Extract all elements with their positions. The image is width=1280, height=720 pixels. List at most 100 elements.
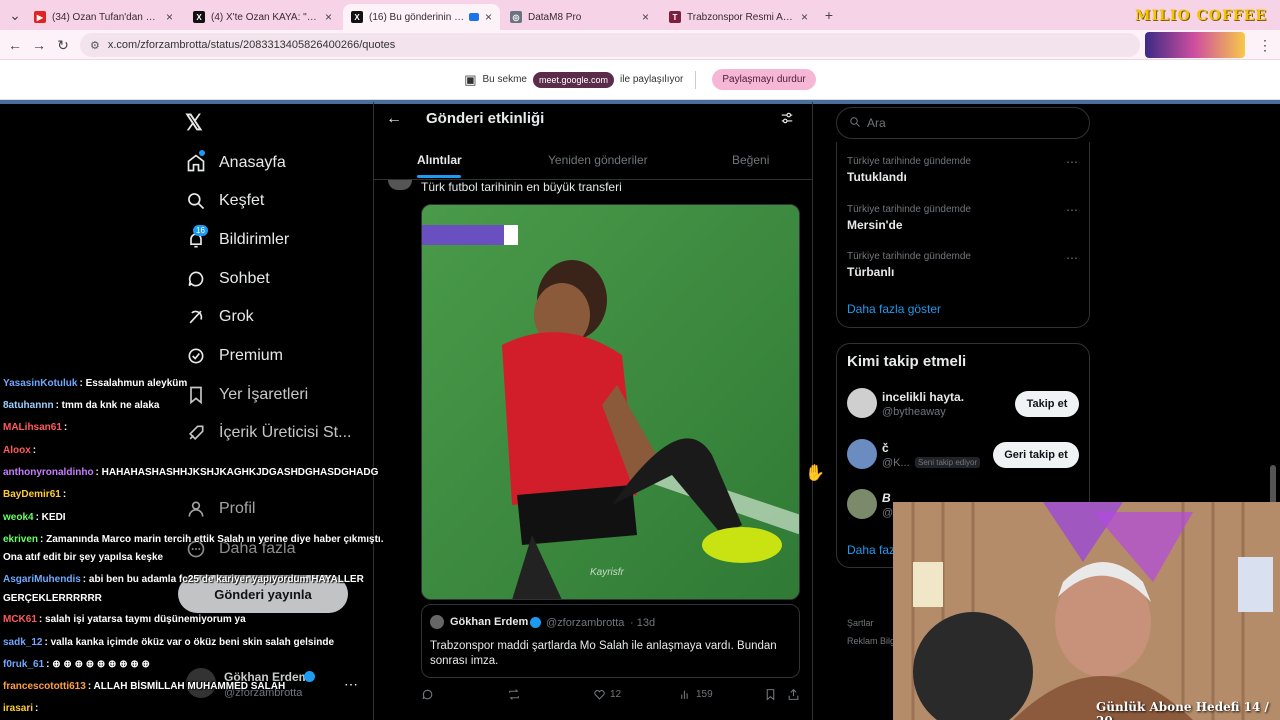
- tweet-text: Türk futbol tarihinin en büyük transferi: [421, 180, 622, 194]
- nav-premium[interactable]: Premium: [185, 341, 283, 371]
- x-logo-icon[interactable]: 𝕏: [185, 110, 203, 136]
- suggested-user-name[interactable]: č: [882, 441, 889, 455]
- footer-terms-link[interactable]: Şartlar: [847, 618, 874, 628]
- follow-button[interactable]: Takip et: [1015, 391, 1079, 417]
- browser-tab-2[interactable]: X (4) X'te Ozan KAYA: "Valla gerei… ×: [185, 4, 340, 30]
- scrollbar-thumb[interactable]: [1270, 465, 1276, 505]
- views-icon: [681, 690, 688, 699]
- browser-tab-3[interactable]: X (16) Bu gönderinin alıntıları ×: [343, 4, 500, 30]
- suggested-user-name[interactable]: B: [882, 491, 891, 505]
- search-icon: [185, 190, 207, 212]
- reload-icon[interactable]: ↻: [54, 36, 72, 54]
- nav-grok[interactable]: Grok: [185, 302, 254, 332]
- like-count: 12: [610, 689, 622, 700]
- trend-item[interactable]: Tutuklandı: [847, 170, 907, 184]
- subscriber-goal: Günlük Abone Hedefi 14 / 20: [1096, 700, 1269, 720]
- views-button[interactable]: 159: [679, 688, 713, 701]
- filter-icon[interactable]: [780, 111, 794, 128]
- trend-more-icon[interactable]: ⋯: [1066, 251, 1078, 265]
- nav-bookmarks[interactable]: Yer İşaretleri: [185, 380, 308, 410]
- share-text: Bu sekme: [482, 74, 527, 85]
- heart-icon: [594, 690, 605, 700]
- close-tab-icon[interactable]: ×: [801, 10, 808, 24]
- chat-text: : KEDI: [35, 512, 66, 523]
- chat-message: BayDemir61:: [3, 488, 66, 501]
- video-player[interactable]: Kayrisfr: [421, 204, 800, 600]
- back-arrow-icon[interactable]: ←: [386, 110, 402, 128]
- chat-text: Ona atıf edit bir şey yapılsa keşke: [3, 552, 164, 563]
- nav-creator-studio[interactable]: İçerik Üreticisi St...: [185, 418, 351, 448]
- suggested-user-handle: @: [882, 507, 894, 519]
- chat-text: :: [32, 445, 37, 456]
- trend-context: Türkiye tarihinde gündemde: [847, 156, 971, 167]
- rocket-icon: [185, 422, 207, 444]
- close-tab-icon[interactable]: ×: [166, 10, 173, 24]
- tab-quotes[interactable]: Alıntılar: [417, 153, 462, 167]
- trend-more-icon[interactable]: ⋯: [1066, 203, 1078, 217]
- trend-more-icon[interactable]: ⋯: [1066, 155, 1078, 169]
- repost-icon[interactable]: [507, 688, 521, 706]
- chat-message: f0ruk_61: ⊕ ⊕ ⊕ ⊕ ⊕ ⊕ ⊕ ⊕ ⊕: [3, 658, 150, 671]
- chat-text: :: [35, 703, 39, 714]
- trend-item[interactable]: Mersin'de: [847, 218, 903, 232]
- globe-icon: ◎: [510, 11, 522, 23]
- chat-username: AsgariMuhendis: [3, 574, 81, 585]
- suggested-user-name[interactable]: incelikli hayta.: [882, 390, 964, 404]
- chat-username: francescototti613: [3, 681, 86, 692]
- quote-handle: @zforzambrotta: [546, 617, 625, 629]
- like-button[interactable]: 12: [593, 688, 621, 701]
- chat-text: : ALLAH BİSMİLLAH MUHAMMED SALAH: [87, 681, 286, 692]
- new-tab-icon[interactable]: +: [820, 6, 838, 24]
- nav-notifications[interactable]: 16 Bildirimler: [185, 225, 289, 255]
- chat-message: 8atuhannn: tmm da knk ne alaka: [3, 399, 160, 412]
- nav-explore[interactable]: Keşfet: [185, 186, 264, 216]
- grok-icon: [185, 306, 207, 328]
- account-menu-icon[interactable]: ⋯: [344, 676, 358, 693]
- chat-icon: [185, 268, 207, 290]
- chat-message: GERÇEKLERRRRRR: [3, 592, 102, 605]
- chat-username: YasasinKotuluk: [3, 378, 78, 389]
- close-tab-icon[interactable]: ×: [325, 10, 332, 24]
- chat-username: anthonyronaldinho: [3, 467, 94, 478]
- follow-back-button[interactable]: Geri takip et: [993, 442, 1079, 468]
- stop-sharing-button[interactable]: Paylaşmayı durdur: [712, 69, 816, 90]
- browser-tab-1[interactable]: ▶ (34) Ozan Tufan'dan 61saat'e o… ×: [26, 4, 181, 30]
- chat-username: MALihsan61: [3, 422, 62, 433]
- nav-chat[interactable]: Sohbet: [185, 264, 270, 294]
- address-bar[interactable]: ⚙ x.com/zforzambrotta/status/20833134058…: [80, 33, 1140, 57]
- tab-reposts[interactable]: Yeniden gönderiler: [548, 153, 648, 167]
- video-watermark: Kayrisfr: [590, 567, 624, 578]
- site-info-icon[interactable]: ⚙: [90, 39, 100, 52]
- chat-text: : salah işi yatarsa taymı düşünemiyorum …: [38, 614, 246, 625]
- bookmark-icon[interactable]: [764, 688, 777, 706]
- nav-home[interactable]: Anasayfa: [185, 148, 286, 178]
- forward-icon[interactable]: →: [30, 36, 48, 54]
- browser-tab-4[interactable]: ◎ DataM8 Pro ×: [502, 4, 657, 30]
- close-tab-icon[interactable]: ×: [485, 10, 492, 24]
- tab-likes[interactable]: Beğeni: [732, 153, 769, 167]
- chat-text: : Essalahmun aleyküm: [79, 378, 188, 389]
- trend-item[interactable]: Türbanlı: [847, 265, 894, 279]
- search-input[interactable]: Ara: [836, 107, 1090, 139]
- menu-icon[interactable]: ⋮: [1256, 36, 1274, 54]
- chat-message: MALihsan61:: [3, 421, 67, 434]
- reply-icon[interactable]: [421, 688, 434, 704]
- footer-ads-link[interactable]: Reklam Bilgi: [847, 636, 897, 646]
- show-more-link[interactable]: Daha fazl: [847, 543, 898, 557]
- search-icon: [849, 116, 861, 131]
- show-more-link[interactable]: Daha fazla göster: [847, 302, 941, 316]
- tab-search-icon[interactable]: ⌄: [6, 6, 24, 24]
- chat-username: sadk_12: [3, 637, 43, 648]
- back-icon[interactable]: ←: [6, 36, 24, 54]
- nav-profile[interactable]: Profil: [185, 494, 255, 524]
- chat-text: :: [63, 422, 68, 433]
- verified-icon: [530, 617, 541, 628]
- close-tab-icon[interactable]: ×: [642, 10, 649, 24]
- avatar[interactable]: [847, 489, 877, 519]
- share-icon[interactable]: [787, 688, 800, 706]
- browser-tab-5[interactable]: T Trabzonspor Resmi Alışveriş Site… ×: [661, 4, 816, 30]
- chat-message: MCK61: salah işi yatarsa taymı düşünemiy…: [3, 613, 246, 626]
- chat-username: 8atuhannn: [3, 400, 54, 411]
- avatar[interactable]: [847, 439, 877, 469]
- avatar[interactable]: [847, 388, 877, 418]
